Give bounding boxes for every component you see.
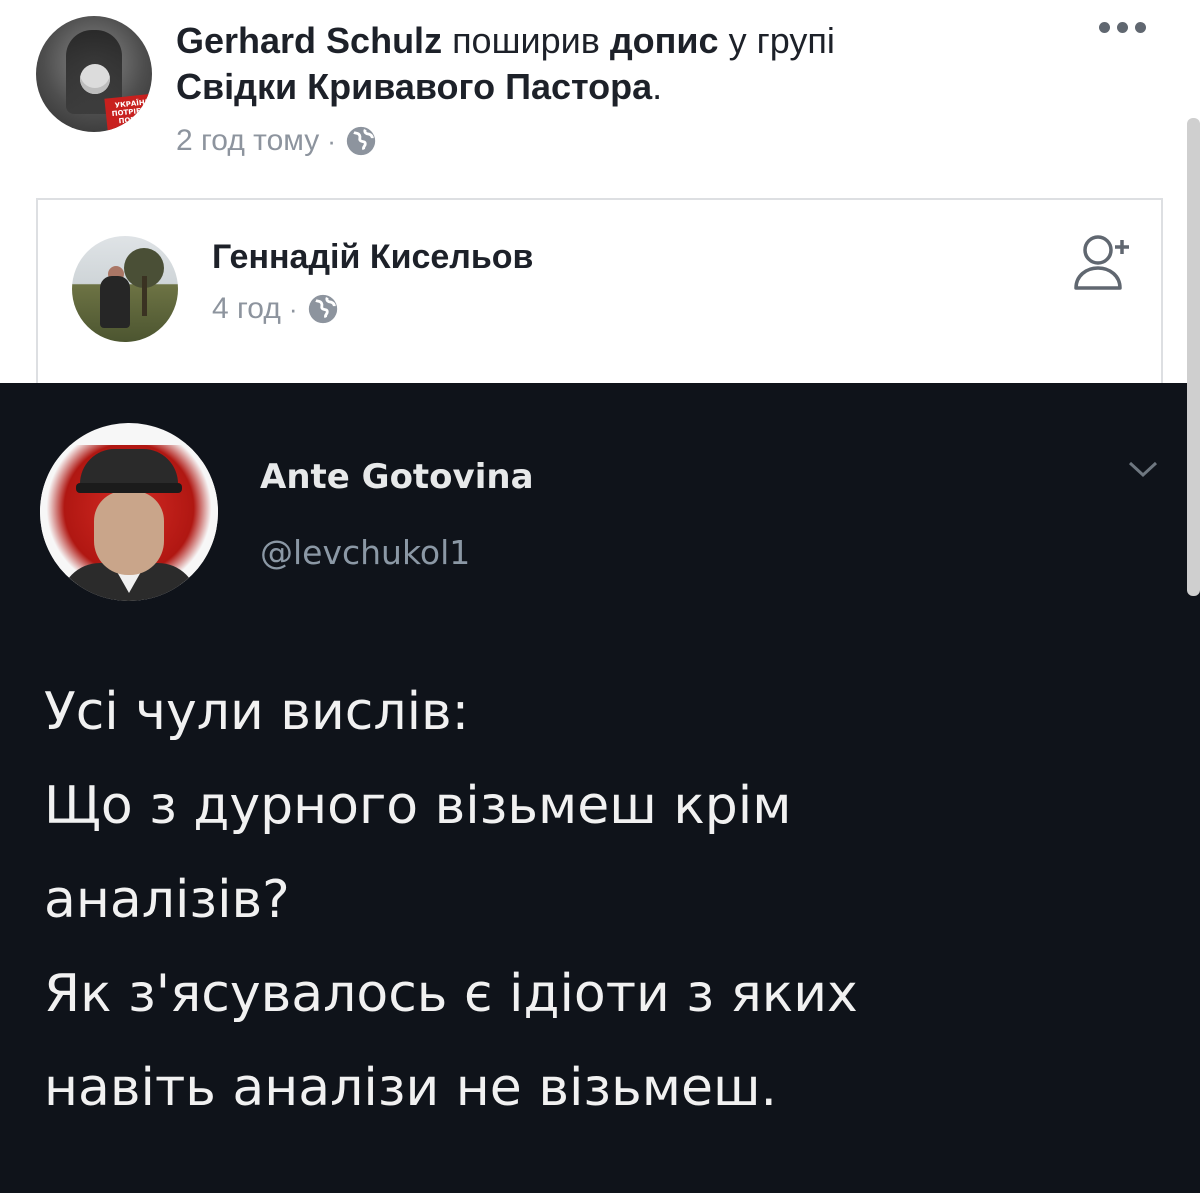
tweet-display-name: Ante Gotovina bbox=[260, 457, 534, 497]
avatar-cap-brim bbox=[76, 483, 182, 493]
original-post-timestamp[interactable]: 4 год bbox=[212, 292, 281, 326]
meta-separator: · bbox=[288, 293, 298, 324]
more-options-icon[interactable] bbox=[1099, 22, 1146, 33]
tweet-line: Що з дурного візьмеш крім bbox=[44, 776, 792, 836]
original-post-card: Геннадій Кисельов 4 год · bbox=[36, 198, 1163, 388]
add-friend-icon[interactable] bbox=[1068, 228, 1138, 298]
group-name-link[interactable]: Свідки Кривавого Пастора bbox=[176, 66, 652, 107]
globe-icon bbox=[346, 126, 376, 156]
chevron-down-icon bbox=[1128, 461, 1158, 478]
share-timestamp[interactable]: 2 год тому bbox=[176, 124, 319, 158]
tweet-line: навіть аналізи не візьмеш. bbox=[44, 1058, 778, 1118]
share-headline: Gerhard Schulz поширив допис у групі Сві… bbox=[176, 18, 1056, 110]
group-prefix-text: у групі bbox=[718, 20, 835, 61]
tweet-handle: @levchukol1 bbox=[260, 533, 471, 572]
tweet-line: Усі чули вислів: bbox=[44, 682, 470, 742]
share-header: УКРАЇНІ ПОТРІБЕН ПОРОХ Gerhard Schulz по… bbox=[0, 0, 1200, 200]
tweet-line: аналізів? bbox=[44, 870, 290, 930]
sharer-avatar[interactable]: УКРАЇНІ ПОТРІБЕН ПОРОХ bbox=[36, 16, 152, 132]
sharer-name-link[interactable]: Gerhard Schulz bbox=[176, 20, 442, 61]
share-meta: 2 год тому · bbox=[176, 124, 378, 158]
globe-icon bbox=[308, 294, 337, 324]
tweet-line: Як з'ясувалось є ідіоти з яких bbox=[44, 964, 858, 1024]
author-name-link[interactable]: Геннадій Кисельов bbox=[212, 238, 533, 277]
author-avatar[interactable] bbox=[72, 236, 178, 342]
tweet-text: Усі чули вислів: Що з дурного візьмеш кр… bbox=[44, 665, 1144, 1135]
share-action-text: поширив bbox=[442, 20, 610, 61]
original-post-meta: 4 год · bbox=[212, 292, 340, 326]
avatar-badge-text: УКРАЇНІ ПОТРІБЕН ПОРОХ bbox=[104, 93, 152, 132]
tweet-avatar bbox=[40, 423, 218, 601]
group-suffix-text: . bbox=[652, 66, 663, 107]
avatar-skull-emblem bbox=[80, 64, 110, 94]
shared-post-link[interactable]: допис bbox=[610, 20, 719, 61]
tweet-screenshot: Ante Gotovina @levchukol1 Усі чули вислі… bbox=[0, 383, 1200, 1193]
avatar-tree-trunk bbox=[142, 276, 147, 316]
scrollbar[interactable] bbox=[1187, 118, 1200, 596]
avatar-face bbox=[94, 491, 164, 575]
avatar-person bbox=[100, 276, 130, 328]
meta-separator: · bbox=[327, 125, 336, 156]
